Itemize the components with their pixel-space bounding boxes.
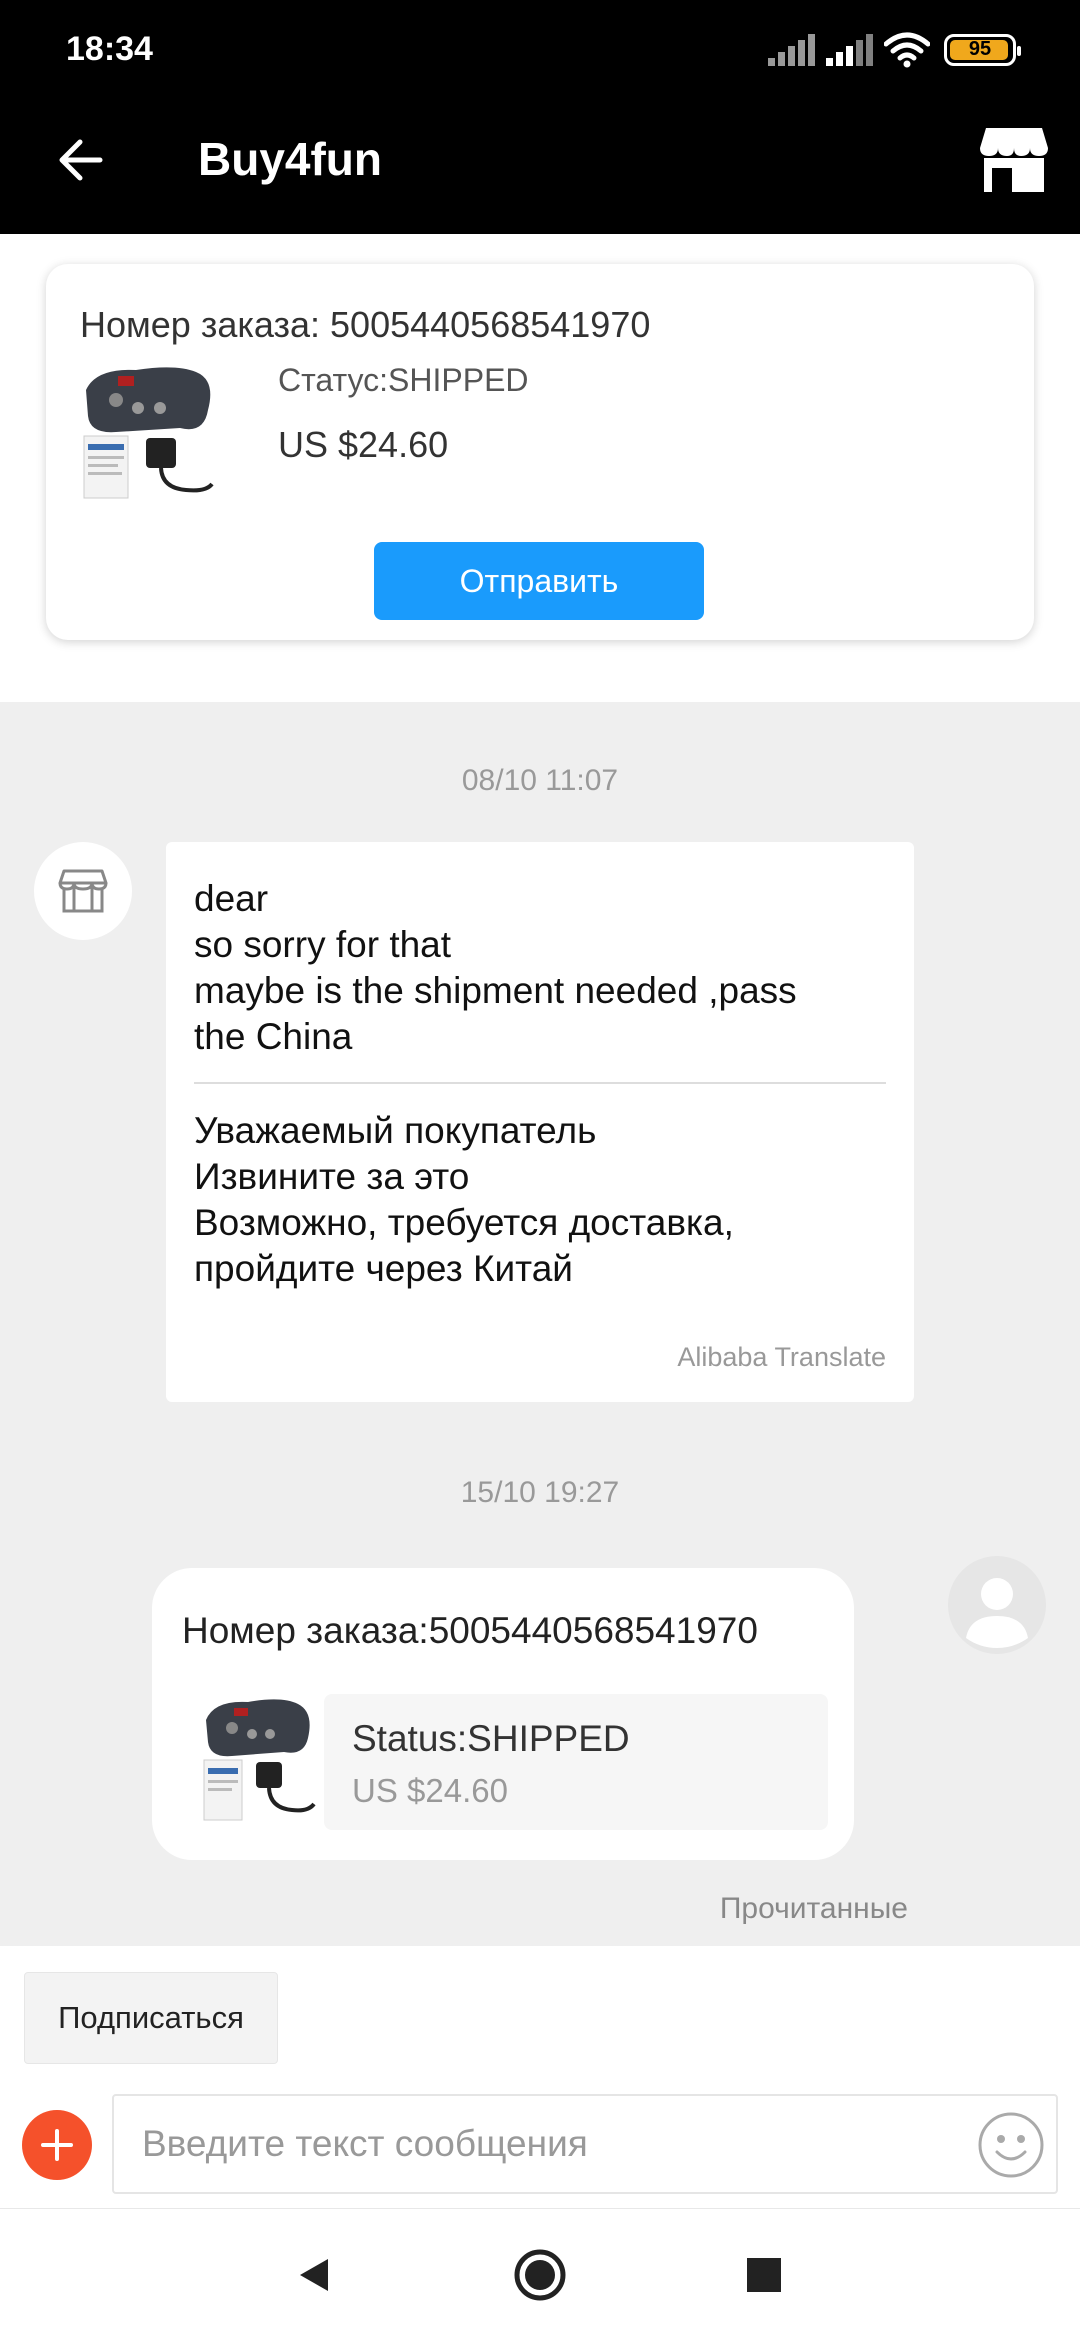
app-bar: Buy4fun (0, 98, 1080, 234)
shared-order-details: Status:SHIPPED US $24.60 (324, 1694, 828, 1830)
shared-order-number: Номер заказа:5005440568541970 (182, 1610, 758, 1651)
square-recents-icon (747, 2258, 781, 2292)
arrow-left-icon (59, 139, 103, 181)
shared-order-status: Status:SHIPPED (352, 1718, 630, 1759)
back-button[interactable] (50, 130, 110, 190)
translate-note: Alibaba Translate (677, 1342, 886, 1372)
system-nav-bar (0, 2208, 1080, 2340)
store-icon (980, 128, 1048, 192)
wifi-icon (884, 32, 930, 68)
composer-area: Подписаться (0, 1946, 1080, 2208)
read-status: Прочитанные (719, 1892, 908, 1925)
signal-icon (768, 34, 815, 66)
message-timestamp: 15/10 19:27 (460, 1476, 620, 1509)
message-bubble-order[interactable]: Номер заказа:5005440568541970 Status:SHI… (152, 1568, 854, 1860)
subscribe-button[interactable]: Подписаться (24, 1972, 278, 2064)
send-order-button[interactable]: Отправить (374, 542, 704, 620)
store-button[interactable] (978, 126, 1050, 194)
message-original-text: dear so sorry for that maybe is the ship… (194, 878, 797, 1057)
plus-icon (41, 2129, 73, 2161)
message-translated-text: Уважаемый покупатель Извините за это Воз… (194, 1110, 734, 1289)
user-avatar[interactable] (948, 1556, 1046, 1654)
store-icon (58, 869, 108, 913)
product-thumbnail[interactable] (76, 360, 226, 500)
status-icons: 95 (768, 30, 1021, 70)
signal-icon (826, 34, 873, 66)
circle-home-icon (514, 2249, 566, 2301)
shared-order-price: US $24.60 (352, 1772, 508, 1809)
nav-back-button[interactable] (284, 2245, 344, 2305)
triangle-back-icon (300, 2259, 328, 2291)
order-status: Статус:SHIPPED (278, 362, 529, 398)
emoji-button[interactable] (976, 2110, 1046, 2180)
order-card: Номер заказа: 5005440568541970 Статус:SH… (46, 264, 1034, 640)
store-title: Buy4fun (198, 133, 382, 185)
user-icon (966, 1578, 1028, 1648)
order-number: Номер заказа: 5005440568541970 (80, 304, 651, 345)
smiley-icon (978, 2112, 1044, 2178)
order-area: Номер заказа: 5005440568541970 Статус:SH… (0, 234, 1080, 702)
battery-level: 95 (968, 38, 992, 60)
nav-home-button[interactable] (510, 2245, 570, 2305)
attach-button[interactable] (22, 2110, 92, 2180)
message-timestamp: 08/10 11:07 (461, 764, 619, 797)
order-price: US $24.60 (278, 424, 449, 465)
message-divider (194, 1082, 886, 1084)
nav-recents-button[interactable] (734, 2245, 794, 2305)
status-bar: 18:34 95 (0, 0, 1080, 98)
seller-avatar[interactable] (34, 842, 132, 940)
product-thumbnail (200, 1694, 320, 1826)
status-time: 18:34 (66, 30, 153, 68)
message-input[interactable] (112, 2094, 1058, 2194)
message-bubble-seller[interactable]: dear so sorry for that maybe is the ship… (166, 842, 914, 1402)
battery-icon: 95 (944, 34, 1021, 66)
